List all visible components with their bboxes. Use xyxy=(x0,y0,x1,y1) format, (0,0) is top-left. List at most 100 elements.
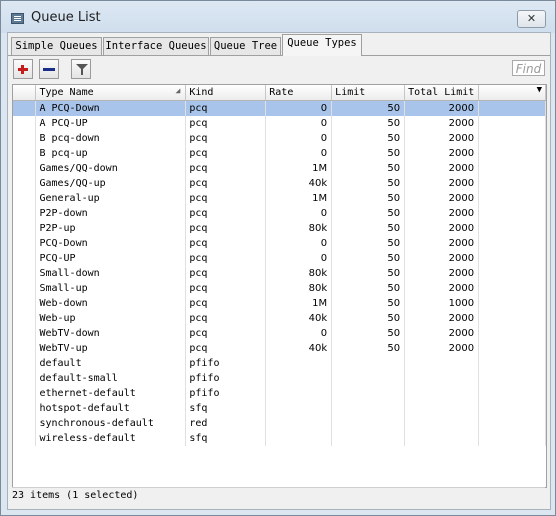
tab-simple-queues[interactable]: Simple Queues xyxy=(11,37,102,55)
table-row[interactable]: Web-down pcq 1M 50 1000 xyxy=(13,296,546,311)
row-filler xyxy=(478,356,546,371)
find-input[interactable]: Find xyxy=(512,60,545,76)
table-row[interactable]: B pcq-down pcq 0 50 2000 xyxy=(13,131,546,146)
table-row[interactable]: default-small pfifo xyxy=(13,371,546,386)
header-total-limit[interactable]: Total Limit xyxy=(404,85,480,101)
cell-limit: 50 xyxy=(331,266,406,281)
row-filler xyxy=(478,161,546,176)
filter-button[interactable] xyxy=(71,59,91,79)
cell-kind: pcq xyxy=(185,251,267,266)
cell-rate xyxy=(265,356,333,371)
cell-total-limit xyxy=(404,401,480,416)
table-row[interactable]: Web-up pcq 40k 50 2000 xyxy=(13,311,546,326)
row-filler xyxy=(478,236,546,251)
cell-limit: 50 xyxy=(331,251,406,266)
table-row[interactable]: PCQ-Down pcq 0 50 2000 xyxy=(13,236,546,251)
row-selector xyxy=(13,356,37,371)
header-limit[interactable]: Limit xyxy=(331,85,406,101)
cell-total-limit: 1000 xyxy=(404,296,480,311)
header-kind[interactable]: Kind xyxy=(185,85,267,101)
cell-total-limit: 2000 xyxy=(404,251,480,266)
cell-type-name: A PCQ-UP xyxy=(35,116,187,131)
toolbar: Find xyxy=(8,57,550,83)
add-button[interactable] xyxy=(13,59,33,79)
cell-rate: 1M xyxy=(265,191,333,206)
table-header: Type Name ◢ Kind Rate Limit Total Limit ▼ xyxy=(13,85,546,101)
header-type-name[interactable]: Type Name ◢ xyxy=(35,85,187,101)
cell-total-limit: 2000 xyxy=(404,191,480,206)
table-row[interactable]: WebTV-down pcq 0 50 2000 xyxy=(13,326,546,341)
title-bar[interactable]: Queue List ✕ xyxy=(1,1,555,33)
row-filler xyxy=(478,251,546,266)
header-selector xyxy=(13,85,37,101)
cell-rate: 1M xyxy=(265,296,333,311)
cell-type-name: default xyxy=(35,356,187,371)
row-selector xyxy=(13,266,37,281)
table-row[interactable]: A PCQ-Down pcq 0 50 2000 xyxy=(13,100,546,116)
cell-total-limit: 2000 xyxy=(404,266,480,281)
cell-total-limit xyxy=(404,371,480,386)
table-row[interactable]: wireless-default sfq xyxy=(13,431,546,446)
table-row[interactable]: synchronous-default red xyxy=(13,416,546,431)
row-filler xyxy=(478,206,546,221)
table-row[interactable]: default pfifo xyxy=(13,356,546,371)
cell-rate xyxy=(265,416,333,431)
cell-type-name: default-small xyxy=(35,371,187,386)
cell-total-limit: 2000 xyxy=(404,311,480,326)
cell-kind: pfifo xyxy=(185,371,267,386)
row-selector xyxy=(13,146,37,161)
row-selector xyxy=(13,161,37,176)
cell-type-name: B pcq-down xyxy=(35,131,187,146)
table-row[interactable]: Games/QQ-down pcq 1M 50 2000 xyxy=(13,161,546,176)
table-row[interactable]: ethernet-default pfifo xyxy=(13,386,546,401)
cell-kind: pcq xyxy=(185,341,267,356)
cell-limit xyxy=(331,416,406,431)
table-row[interactable]: P2P-down pcq 0 50 2000 xyxy=(13,206,546,221)
close-button[interactable]: ✕ xyxy=(517,10,546,28)
header-rate[interactable]: Rate xyxy=(265,85,333,101)
cell-type-name: General-up xyxy=(35,191,187,206)
tab-queue-tree[interactable]: Queue Tree xyxy=(210,37,281,55)
row-filler xyxy=(478,311,546,326)
cell-kind: pcq xyxy=(185,326,267,341)
cell-limit: 50 xyxy=(331,326,406,341)
table-row[interactable]: WebTV-up pcq 40k 50 2000 xyxy=(13,341,546,356)
table-row[interactable]: General-up pcq 1M 50 2000 xyxy=(13,191,546,206)
cell-kind: pcq xyxy=(185,146,267,161)
cell-rate: 0 xyxy=(265,131,333,146)
cell-kind: pcq xyxy=(185,191,267,206)
cell-kind: pcq xyxy=(185,266,267,281)
row-selector xyxy=(13,416,37,431)
row-filler xyxy=(478,401,546,416)
table-row[interactable]: hotspot-default sfq xyxy=(13,401,546,416)
cell-kind: pcq xyxy=(185,100,267,116)
cell-rate: 80k xyxy=(265,221,333,236)
tab-interface-queues[interactable]: Interface Queues xyxy=(103,37,209,55)
table-row[interactable]: P2P-up pcq 80k 50 2000 xyxy=(13,221,546,236)
remove-button[interactable] xyxy=(39,59,59,79)
row-selector xyxy=(13,206,37,221)
table-row[interactable]: PCQ-UP pcq 0 50 2000 xyxy=(13,251,546,266)
table-row[interactable]: Games/QQ-up pcq 40k 50 2000 xyxy=(13,176,546,191)
cell-type-name: PCQ-Down xyxy=(35,236,187,251)
cell-total-limit: 2000 xyxy=(404,341,480,356)
tab-queue-types[interactable]: Queue Types xyxy=(282,34,362,56)
row-filler xyxy=(478,146,546,161)
cell-type-name: P2P-up xyxy=(35,221,187,236)
row-selector xyxy=(13,341,37,356)
table-row[interactable]: B pcq-up pcq 0 50 2000 xyxy=(13,146,546,161)
header-column-menu[interactable]: ▼ xyxy=(478,85,546,101)
table-row[interactable]: A PCQ-UP pcq 0 50 2000 xyxy=(13,116,546,131)
cell-type-name: wireless-default xyxy=(35,431,187,446)
cell-rate: 0 xyxy=(265,116,333,131)
cell-rate: 1M xyxy=(265,161,333,176)
row-selector xyxy=(13,236,37,251)
cell-limit: 50 xyxy=(331,100,406,116)
row-filler xyxy=(478,296,546,311)
row-filler xyxy=(478,371,546,386)
status-bar: 23 items (1 selected) xyxy=(12,490,139,501)
table-row[interactable]: Small-up pcq 80k 50 2000 xyxy=(13,281,546,296)
table-row[interactable]: Small-down pcq 80k 50 2000 xyxy=(13,266,546,281)
queue-types-table: Type Name ◢ Kind Rate Limit Total Limit ▼… xyxy=(12,84,547,488)
cell-limit: 50 xyxy=(331,236,406,251)
